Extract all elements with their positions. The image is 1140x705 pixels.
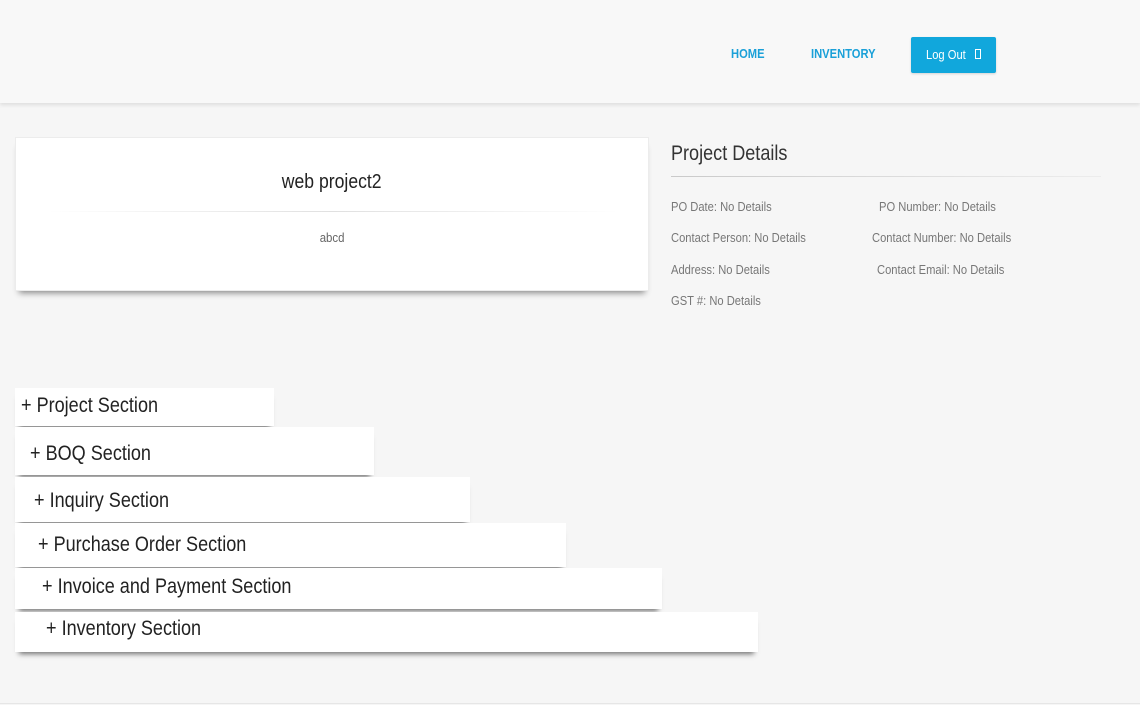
project-card-divider <box>46 211 620 212</box>
boq-section-label: + BOQ Section <box>30 442 151 465</box>
project-section-toggle[interactable]: + Project Section <box>15 388 274 426</box>
top-navbar: HOME INVENTORY Log Out <box>0 0 1140 103</box>
inventory-section-label: + Inventory Section <box>46 617 202 640</box>
logout-button-label: Log Out <box>926 47 966 62</box>
logout-icon <box>975 49 981 59</box>
footer-divider <box>0 703 1140 704</box>
po-date-detail: PO Date: No Details <box>671 199 772 214</box>
purchase-order-section-toggle[interactable]: + Purchase Order Section <box>15 523 566 567</box>
gst-detail: GST #: No Details <box>671 293 761 308</box>
address-detail: Address: No Details <box>671 262 770 277</box>
project-card: web project2 abcd <box>15 137 649 291</box>
logout-button[interactable]: Log Out <box>911 37 996 73</box>
nav-inventory-link[interactable]: INVENTORY <box>811 46 876 61</box>
contact-number-detail: Contact Number: No Details <box>872 230 1012 245</box>
project-details-heading: Project Details <box>671 142 788 165</box>
nav-home-link[interactable]: HOME <box>731 46 765 61</box>
project-description: abcd <box>319 230 345 245</box>
po-number-detail: PO Number: No Details <box>879 199 996 214</box>
project-title: web project2 <box>282 171 382 193</box>
invoice-payment-section-toggle[interactable]: + Invoice and Payment Section <box>15 568 662 609</box>
invoice-payment-section-label: + Invoice and Payment Section <box>42 575 292 598</box>
project-section-label: + Project Section <box>21 394 159 417</box>
project-details-divider <box>671 176 1101 177</box>
contact-person-detail: Contact Person: No Details <box>671 230 806 245</box>
contact-email-detail: Contact Email: No Details <box>877 262 1005 277</box>
boq-section-toggle[interactable]: + BOQ Section <box>15 427 374 475</box>
inventory-section-toggle[interactable]: + Inventory Section <box>15 612 758 652</box>
inquiry-section-label: + Inquiry Section <box>34 489 170 512</box>
purchase-order-section-label: + Purchase Order Section <box>38 533 247 556</box>
inquiry-section-toggle[interactable]: + Inquiry Section <box>15 477 470 522</box>
